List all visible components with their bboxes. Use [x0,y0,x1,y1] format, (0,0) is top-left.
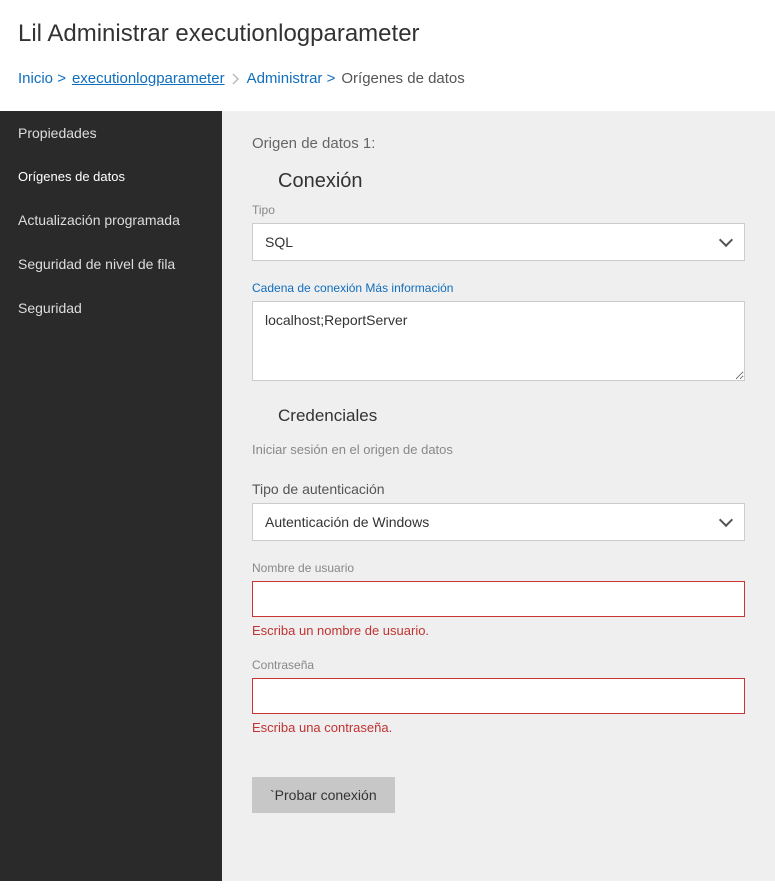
sidebar-item-seguridad-fila[interactable]: Seguridad de nivel de fila [0,242,222,286]
breadcrumb-item-executionlogparameter[interactable]: executionlogparameter [72,70,225,87]
password-error: Escriba una contraseña. [252,720,745,735]
credentials-subtitle: Iniciar sesión en el origen de datos [252,442,745,457]
connstr-label[interactable]: Cadena de conexión Más información [252,281,745,295]
sidebar-item-propiedades[interactable]: Propiedades [0,111,222,155]
sidebar: Propiedades Orígenes de datos Actualizac… [0,111,222,881]
connstr-input[interactable]: localhost;ReportServer [252,301,745,381]
sidebar-item-seguridad[interactable]: Seguridad [0,286,222,330]
credentials-title: Credenciales [278,406,745,426]
username-label: Nombre de usuario [252,561,745,575]
breadcrumb: Inicio > executionlogparameter Administr… [18,70,757,87]
page-title: Lil Administrar executionlogparameter [18,20,757,48]
type-select[interactable]: SQL [252,223,745,261]
username-error: Escriba un nombre de usuario. [252,623,745,638]
breadcrumb-item-administrar[interactable]: Administrar > [247,70,336,87]
sidebar-item-actualizacion[interactable]: Actualización programada [0,198,222,242]
type-label: Tipo [252,203,745,217]
breadcrumb-home[interactable]: Inicio > [18,70,66,87]
sidebar-item-origenes[interactable]: Orígenes de datos [0,155,222,198]
datasource-heading: Origen de datos 1: [252,135,745,152]
content-area: Origen de datos 1: Conexión Tipo SQL Cad… [222,111,775,881]
password-input[interactable] [252,678,745,714]
auth-type-label: Tipo de autenticación [252,481,745,497]
connection-title: Conexión [278,170,745,193]
breadcrumb-current: Orígenes de datos [341,70,464,87]
auth-type-select[interactable]: Autenticación de Windows [252,503,745,541]
password-label: Contraseña [252,658,745,672]
username-input[interactable] [252,581,745,617]
chevron-right-icon [231,73,241,85]
test-connection-button[interactable]: `Probar conexión [252,777,395,813]
